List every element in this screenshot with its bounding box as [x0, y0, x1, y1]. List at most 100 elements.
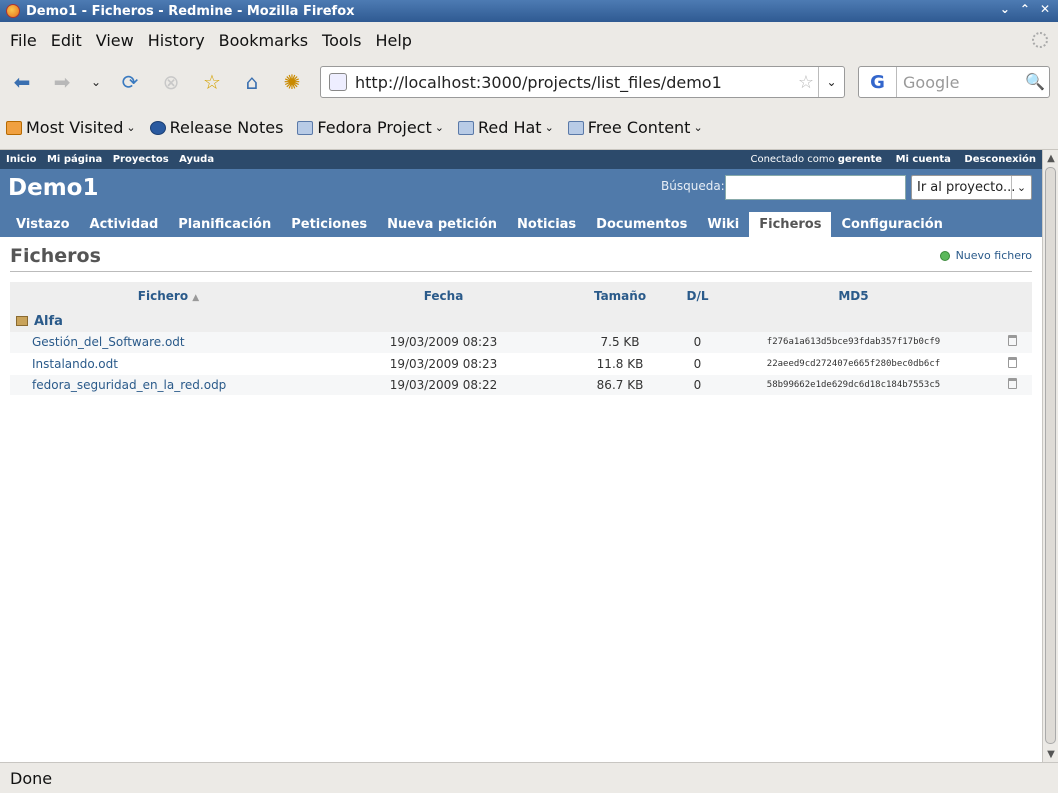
column-header-fichero[interactable]: Fichero ▲ — [10, 282, 327, 310]
search-bar[interactable]: G Google 🔍 — [858, 66, 1050, 98]
redmine-top-menu: Inicio Mi página Proyectos Ayuda Conecta… — [0, 150, 1042, 169]
file-md5: 22aeed9cd272407e665f280bec0db6cf — [715, 353, 992, 375]
user-link[interactable]: gerente — [838, 154, 882, 165]
page-viewport: Inicio Mi página Proyectos Ayuda Conecta… — [0, 150, 1042, 762]
history-dropdown-icon[interactable]: ⌄ — [82, 68, 110, 96]
link-inicio[interactable]: Inicio — [6, 154, 37, 165]
menu-edit[interactable]: Edit — [45, 31, 88, 50]
file-size: 11.8 KB — [560, 353, 680, 375]
menu-tools[interactable]: Tools — [316, 31, 367, 50]
menu-view[interactable]: View — [90, 31, 140, 50]
column-header-fecha[interactable]: Fecha — [327, 282, 560, 310]
link-desconexion[interactable]: Desconexión — [964, 154, 1036, 165]
file-size: 86.7 KB — [560, 374, 680, 396]
site-identity-icon[interactable] — [329, 73, 347, 91]
file-link[interactable]: Gestión_del_Software.odt — [10, 332, 327, 354]
fedora-icon — [149, 120, 166, 135]
file-link[interactable]: Instalando.odt — [10, 353, 327, 375]
bookmark-free-content[interactable]: Free Content ⌄ — [567, 118, 703, 137]
files-table: Fichero ▲ Fecha Tamaño D/L MD5 Alfa Gest… — [10, 282, 1032, 396]
sort-asc-icon: ▲ — [192, 293, 200, 303]
project-search-input[interactable] — [725, 175, 906, 200]
folder-icon — [297, 120, 314, 135]
bookmark-page-icon[interactable]: ☆ — [798, 72, 814, 93]
bookmark-star-icon[interactable]: ☆ — [198, 68, 226, 96]
search-placeholder[interactable]: Google — [897, 73, 959, 92]
folder-icon — [567, 120, 584, 135]
tab-wiki[interactable]: Wiki — [697, 212, 749, 237]
bookmarks-toolbar: Most Visited ⌄ Release Notes Fedora Proje… — [0, 106, 1058, 150]
bookmark-most-visited[interactable]: Most Visited ⌄ — [6, 118, 136, 137]
stop-icon[interactable]: ⊗ — [157, 68, 185, 96]
chevron-down-icon: ⌄ — [1011, 176, 1031, 199]
link-ayuda[interactable]: Ayuda — [179, 154, 214, 165]
tab-nueva-peticion[interactable]: Nueva petición — [377, 212, 507, 237]
file-downloads: 0 — [680, 332, 715, 354]
trash-icon — [1007, 377, 1017, 389]
tab-configuracion[interactable]: Configuración — [831, 212, 952, 237]
tab-ficheros[interactable]: Ficheros — [749, 212, 832, 237]
folder-icon — [457, 120, 474, 135]
url-bar[interactable]: http://localhost:3000/projects/list_file… — [320, 66, 845, 98]
close-icon[interactable]: ✕ — [1040, 2, 1050, 16]
table-row: Gestión_del_Software.odt 19/03/2009 08:2… — [10, 332, 1032, 354]
tab-noticias[interactable]: Noticias — [507, 212, 586, 237]
firefox-icon — [6, 4, 20, 18]
tab-planificacion[interactable]: Planificación — [168, 212, 281, 237]
home-icon[interactable]: ⌂ — [238, 68, 266, 96]
url-dropdown-icon[interactable]: ⌄ — [818, 67, 844, 97]
scroll-down-icon[interactable]: ▼ — [1043, 746, 1058, 762]
logged-as-label: Conectado como — [750, 154, 835, 165]
tab-actividad[interactable]: Actividad — [80, 212, 169, 237]
file-md5: 58b99662e1de629dc6d18c184b7553c5 — [715, 374, 992, 396]
reload-icon[interactable]: ⟳ — [116, 68, 144, 96]
new-file-link[interactable]: Nuevo fichero — [939, 249, 1032, 262]
search-engine-icon[interactable]: G — [859, 67, 897, 97]
throbber-icon — [1032, 32, 1048, 48]
bookmark-fedora-project[interactable]: Fedora Project ⌄ — [297, 118, 444, 137]
file-downloads: 0 — [680, 353, 715, 375]
column-header-actions — [992, 282, 1032, 310]
tab-vistazo[interactable]: Vistazo — [6, 212, 80, 237]
menu-help[interactable]: Help — [369, 31, 417, 50]
maximize-icon[interactable]: ⌃ — [1020, 2, 1030, 16]
forward-icon[interactable]: ➡ — [48, 68, 76, 96]
delete-button[interactable] — [992, 353, 1032, 375]
bookmark-release-notes[interactable]: Release Notes — [149, 118, 283, 137]
table-row: Instalando.odt 19/03/2009 08:23 11.8 KB … — [10, 353, 1032, 375]
package-icon — [16, 316, 28, 326]
bug-addon-icon[interactable]: ✺ — [278, 68, 306, 96]
link-mi-cuenta[interactable]: Mi cuenta — [896, 154, 951, 165]
column-header-dl[interactable]: D/L — [680, 282, 715, 310]
trash-icon — [1007, 335, 1017, 347]
column-header-tamano[interactable]: Tamaño — [560, 282, 680, 310]
url-text[interactable]: http://localhost:3000/projects/list_file… — [355, 73, 722, 92]
version-row: Alfa — [10, 310, 1032, 332]
menu-bookmarks[interactable]: Bookmarks — [213, 31, 314, 50]
add-icon — [939, 250, 950, 261]
delete-button[interactable] — [992, 332, 1032, 354]
delete-button[interactable] — [992, 374, 1032, 396]
tab-peticiones[interactable]: Peticiones — [281, 212, 377, 237]
menu-file[interactable]: File — [4, 31, 43, 50]
back-icon[interactable]: ⬅ — [8, 68, 36, 96]
minimize-icon[interactable]: ⌄ — [1000, 2, 1010, 16]
bookmark-red-hat[interactable]: Red Hat ⌄ — [457, 118, 554, 137]
link-mi-pagina[interactable]: Mi página — [47, 154, 102, 165]
scroll-up-icon[interactable]: ▲ — [1043, 150, 1058, 166]
project-jump-select[interactable]: Ir al proyecto... ⌄ — [911, 175, 1032, 200]
menu-history[interactable]: History — [142, 31, 211, 50]
file-date: 19/03/2009 08:22 — [327, 374, 560, 396]
page-scrollbar[interactable]: ▲ ▼ — [1042, 150, 1058, 762]
file-date: 19/03/2009 08:23 — [327, 332, 560, 354]
column-header-md5: MD5 — [715, 282, 992, 310]
table-row: fedora_seguridad_en_la_red.odp 19/03/200… — [10, 374, 1032, 396]
search-icon[interactable]: 🔍 — [1025, 72, 1045, 91]
link-proyectos[interactable]: Proyectos — [113, 154, 169, 165]
tab-documentos[interactable]: Documentos — [586, 212, 697, 237]
file-link[interactable]: fedora_seguridad_en_la_red.odp — [10, 374, 327, 396]
file-size: 7.5 KB — [560, 332, 680, 354]
scrollbar-thumb[interactable] — [1045, 167, 1056, 744]
menu-bar: File Edit View History Bookmarks Tools H… — [0, 22, 1058, 58]
most-visited-icon — [6, 120, 22, 135]
